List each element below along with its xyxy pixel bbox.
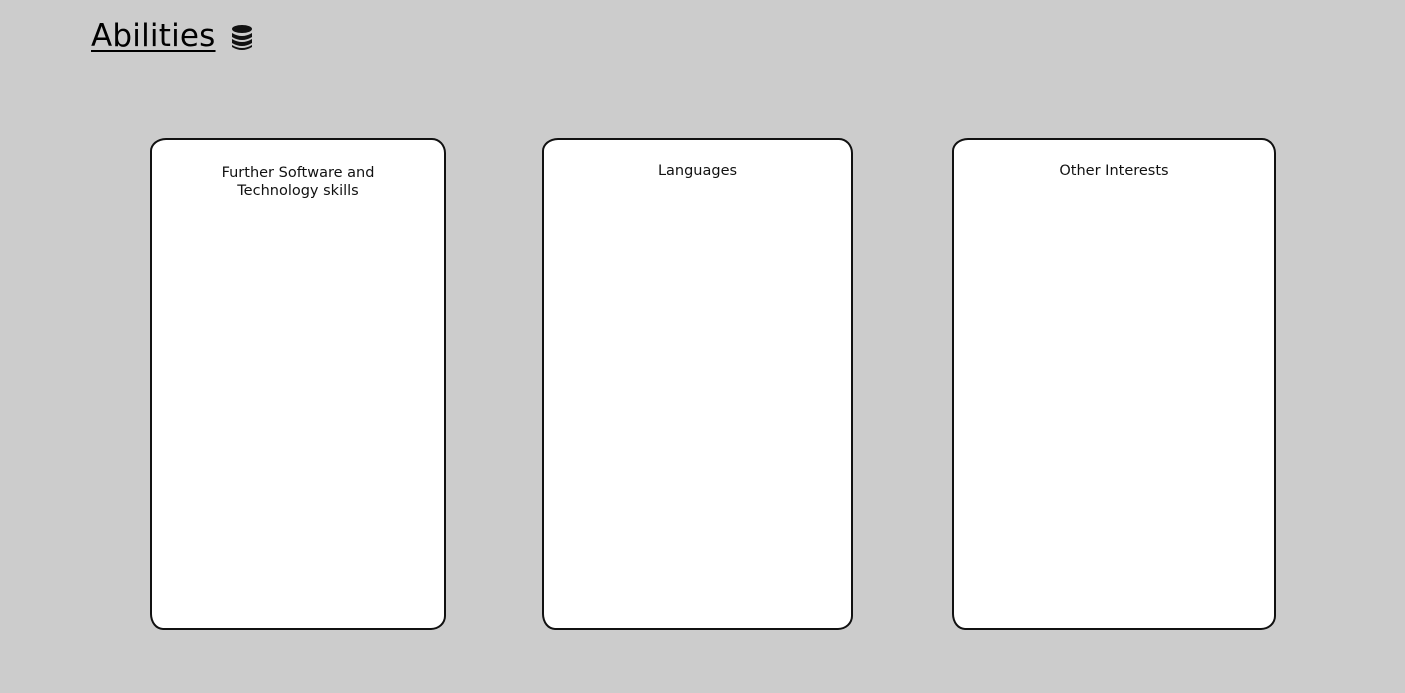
database-icon [230, 24, 254, 52]
card-title: Further Software and Technology skills [221, 165, 375, 199]
card-software-skills: Further Software and Technology skills [150, 138, 446, 630]
section-header: Abilities [91, 14, 254, 58]
card-title: Other Interests [1059, 163, 1169, 179]
card-title: Languages [657, 163, 738, 179]
card-other-interests: Other Interests [952, 138, 1276, 630]
page-title: Abilities [91, 18, 216, 54]
card-languages: Languages [542, 138, 853, 630]
